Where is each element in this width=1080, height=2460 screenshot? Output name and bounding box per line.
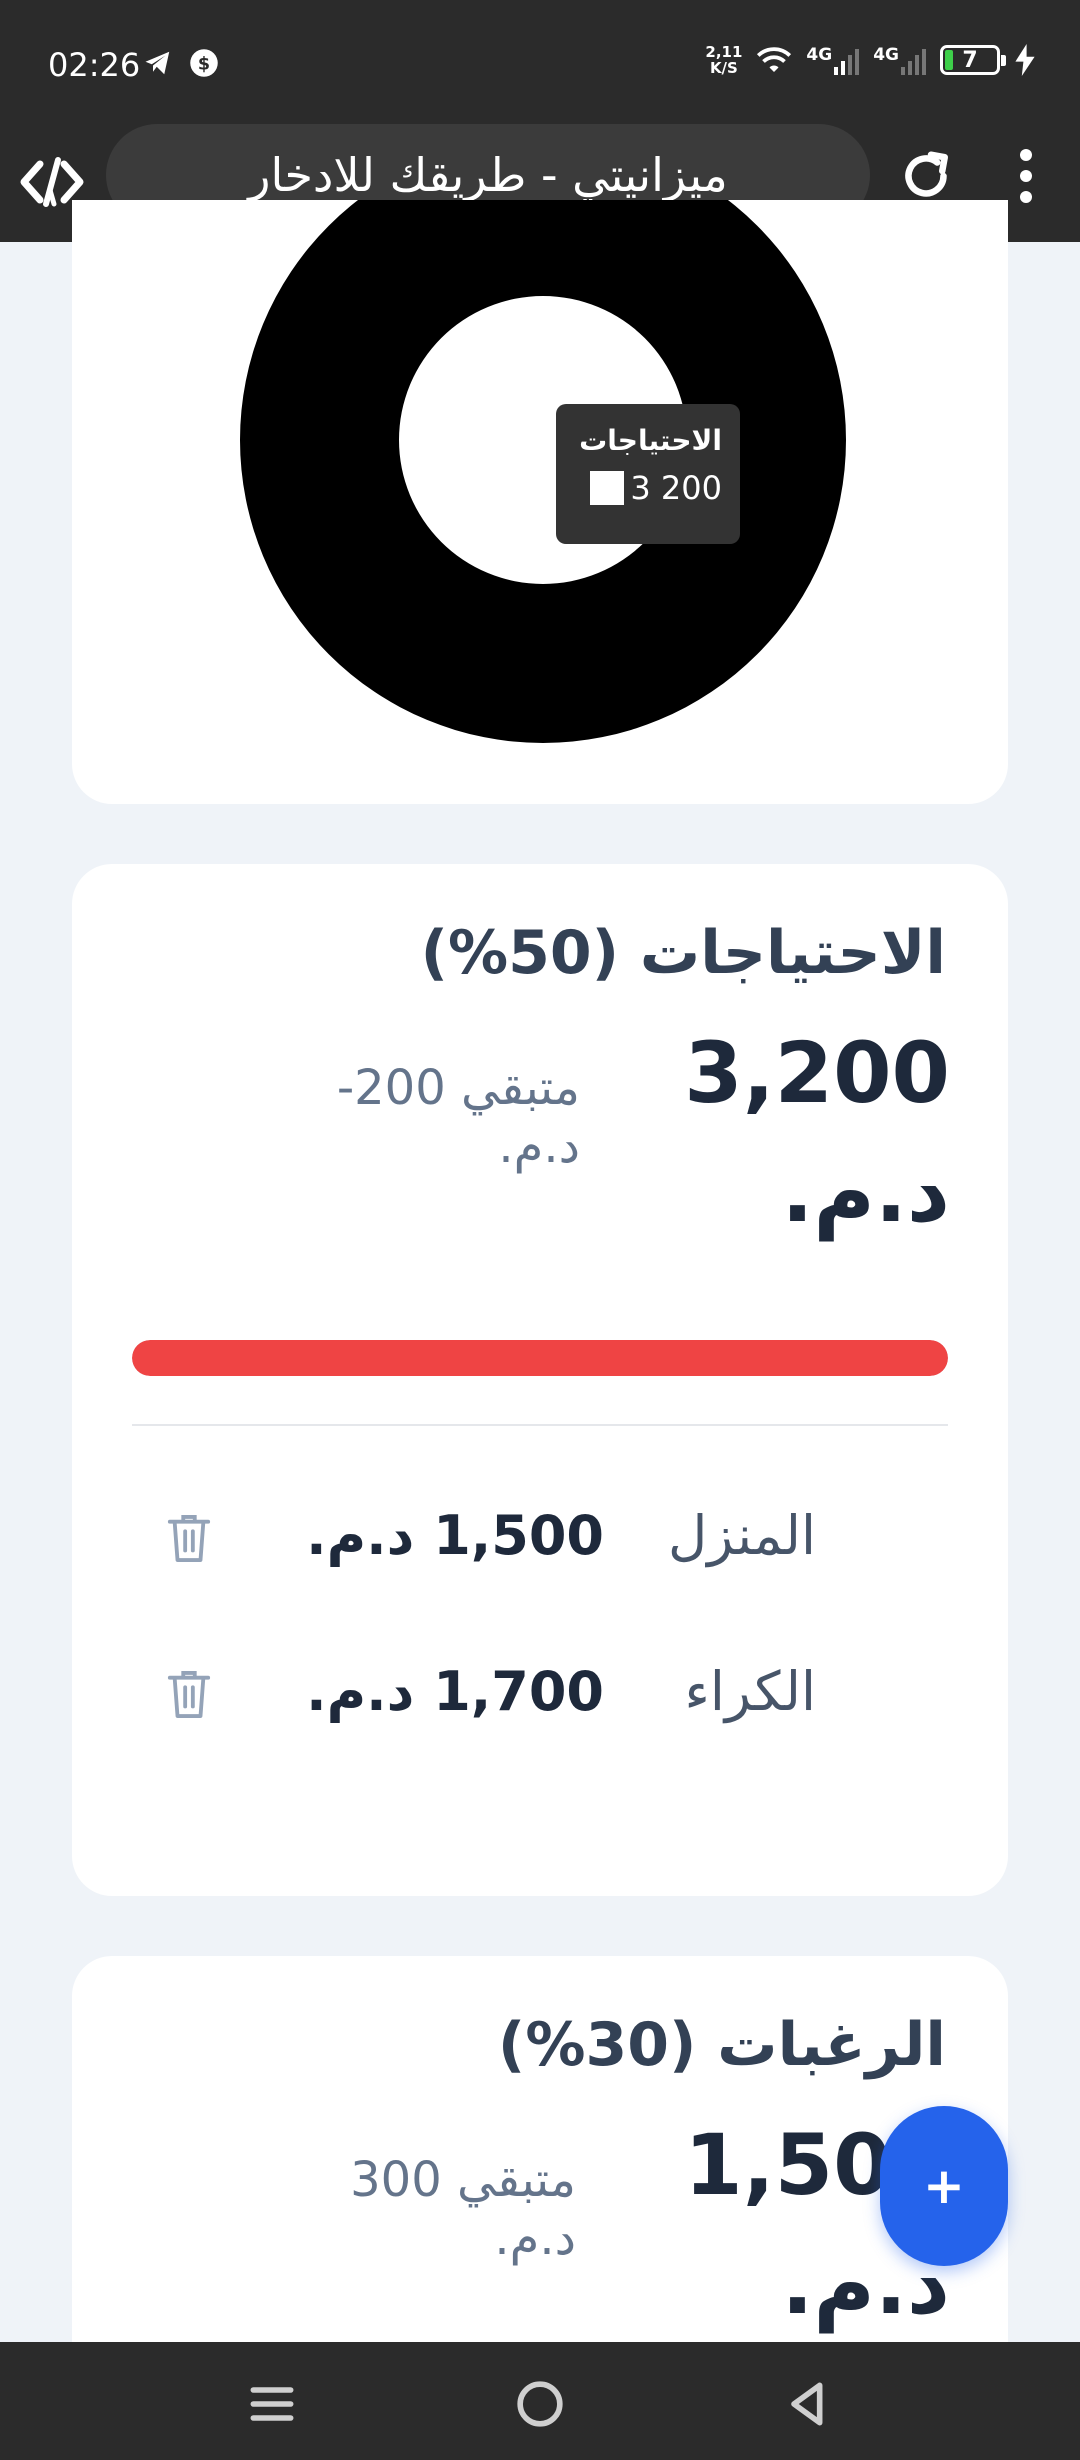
donut-chart[interactable]: [72, 200, 1008, 804]
item-amount: 1,700 د.م.: [306, 1660, 604, 1723]
donut-slice-0[interactable]: [240, 200, 846, 743]
sim1-signal: 4G: [806, 45, 860, 75]
system-navigation-bar: [0, 2342, 1080, 2460]
tooltip-value: 3 200: [630, 469, 722, 507]
needs-progress-bar: [132, 1340, 948, 1376]
item-name: الكراء: [684, 1660, 816, 1723]
item-name: المنزل: [668, 1504, 816, 1567]
trash-icon[interactable]: [166, 1512, 212, 1564]
tooltip-label: الاحتياجات: [579, 424, 722, 457]
needs-progress-fill: [132, 1340, 948, 1376]
tooltip-color-swatch: [590, 471, 625, 505]
telegram-icon: [145, 51, 170, 75]
svg-text:$: $: [198, 54, 210, 74]
more-options-icon[interactable]: [1004, 146, 1048, 206]
needs-remaining: متبقي 200- د.م.: [336, 1060, 580, 1174]
trash-icon[interactable]: [166, 1668, 212, 1720]
sim2-signal: 4G: [873, 45, 926, 75]
needs-total-amount: 3,200 د.م.: [684, 1024, 950, 1242]
list-item: الكراء 1,700 د.م.: [72, 1660, 1008, 1740]
chart-card: الاحتياجات 3 200: [72, 200, 1008, 804]
signal-bars-icon: [834, 45, 860, 75]
wifi-icon: [757, 47, 792, 72]
needs-title: الاحتياجات (50%): [420, 918, 946, 988]
wants-remaining: متبقي 300 د.م.: [350, 2152, 576, 2266]
sim1-label: 4G: [806, 45, 833, 65]
network-speed-value: 2,11: [705, 43, 743, 61]
needs-category-card: الاحتياجات (50%) 3,200 د.م. متبقي 200- د…: [72, 864, 1008, 1896]
add-category-button[interactable]: +: [880, 2106, 1008, 2266]
status-bar: 02:26 $ 2,11 K/S 4G 4G 7: [0, 0, 1080, 124]
home-icon[interactable]: [512, 2376, 568, 2432]
reload-icon[interactable]: [896, 146, 956, 206]
chart-tooltip: الاحتياجات 3 200: [556, 404, 740, 544]
network-speed: 2,11 K/S: [705, 44, 742, 76]
dollar-coin-icon: $: [190, 49, 218, 77]
signal-bars-icon: [901, 45, 926, 75]
battery-level: 7: [962, 47, 978, 73]
tooltip-row: 3 200: [574, 469, 722, 507]
item-amount: 1,500 د.م.: [306, 1504, 604, 1567]
sim2-label: 4G: [873, 45, 899, 65]
wants-title: الرغبات (30%): [497, 2010, 946, 2080]
status-right-icons: 2,11 K/S 4G 4G 7: [705, 44, 1036, 76]
recent-apps-icon[interactable]: [244, 2376, 300, 2432]
divider: [132, 1424, 948, 1426]
charging-bolt-icon: [1015, 44, 1035, 76]
list-item: المنزل 1,500 د.م.: [72, 1504, 1008, 1584]
status-notification-icons: $: [143, 48, 219, 78]
page-title: ميزانيتي - طريقك للادخار: [248, 148, 728, 202]
status-time: 02:26: [48, 46, 141, 84]
back-icon[interactable]: [780, 2376, 836, 2432]
battery-icon: 7: [940, 45, 1006, 75]
network-speed-unit: K/S: [709, 59, 738, 77]
